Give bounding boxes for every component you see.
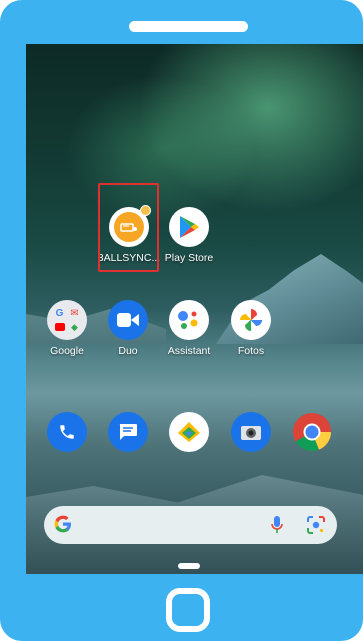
app-label: Assistant [167,345,211,357]
phone-speaker [129,21,248,32]
messages-icon[interactable] [108,412,148,452]
app-label: Duo [118,345,138,357]
mic-icon[interactable] [270,515,284,540]
dock-phone[interactable] [32,412,102,452]
photos-pinwheel-icon[interactable] [231,300,271,340]
selection-highlight [98,183,159,272]
phone-home-button[interactable] [166,588,210,632]
app-label: Play Store [164,252,214,264]
app-label: Google [50,345,84,357]
google-search-bar[interactable] [44,506,337,544]
lens-icon[interactable] [306,515,326,540]
home-screen: 3ALLSYNC... Play Store G ✉ ◆ Google Duo … [26,44,363,574]
chrome-icon[interactable] [292,412,332,452]
app-fotos[interactable]: Fotos [216,300,286,357]
dock-messages[interactable] [93,412,163,452]
app-duo[interactable]: Duo [93,300,163,357]
gesture-home-pill[interactable] [178,563,200,569]
dock-files[interactable] [154,412,224,452]
app-google-folder[interactable]: G ✉ ◆ Google [32,300,102,357]
app-assistant[interactable]: Assistant [154,300,224,357]
google-g-icon [53,514,73,539]
app-play-store[interactable]: Play Store [154,207,224,264]
duo-video-icon[interactable] [108,300,148,340]
app-label: Fotos [237,345,265,357]
play-store-icon[interactable] [169,207,209,247]
files-icon[interactable] [169,412,209,452]
camera-icon[interactable] [231,412,271,452]
dock-chrome[interactable] [277,412,347,452]
google-folder-icon[interactable]: G ✉ ◆ [47,300,87,340]
dock-camera[interactable] [216,412,286,452]
phone-frame: 3ALLSYNC... Play Store G ✉ ◆ Google Duo … [0,0,363,641]
phone-icon[interactable] [47,412,87,452]
assistant-icon[interactable] [169,300,209,340]
